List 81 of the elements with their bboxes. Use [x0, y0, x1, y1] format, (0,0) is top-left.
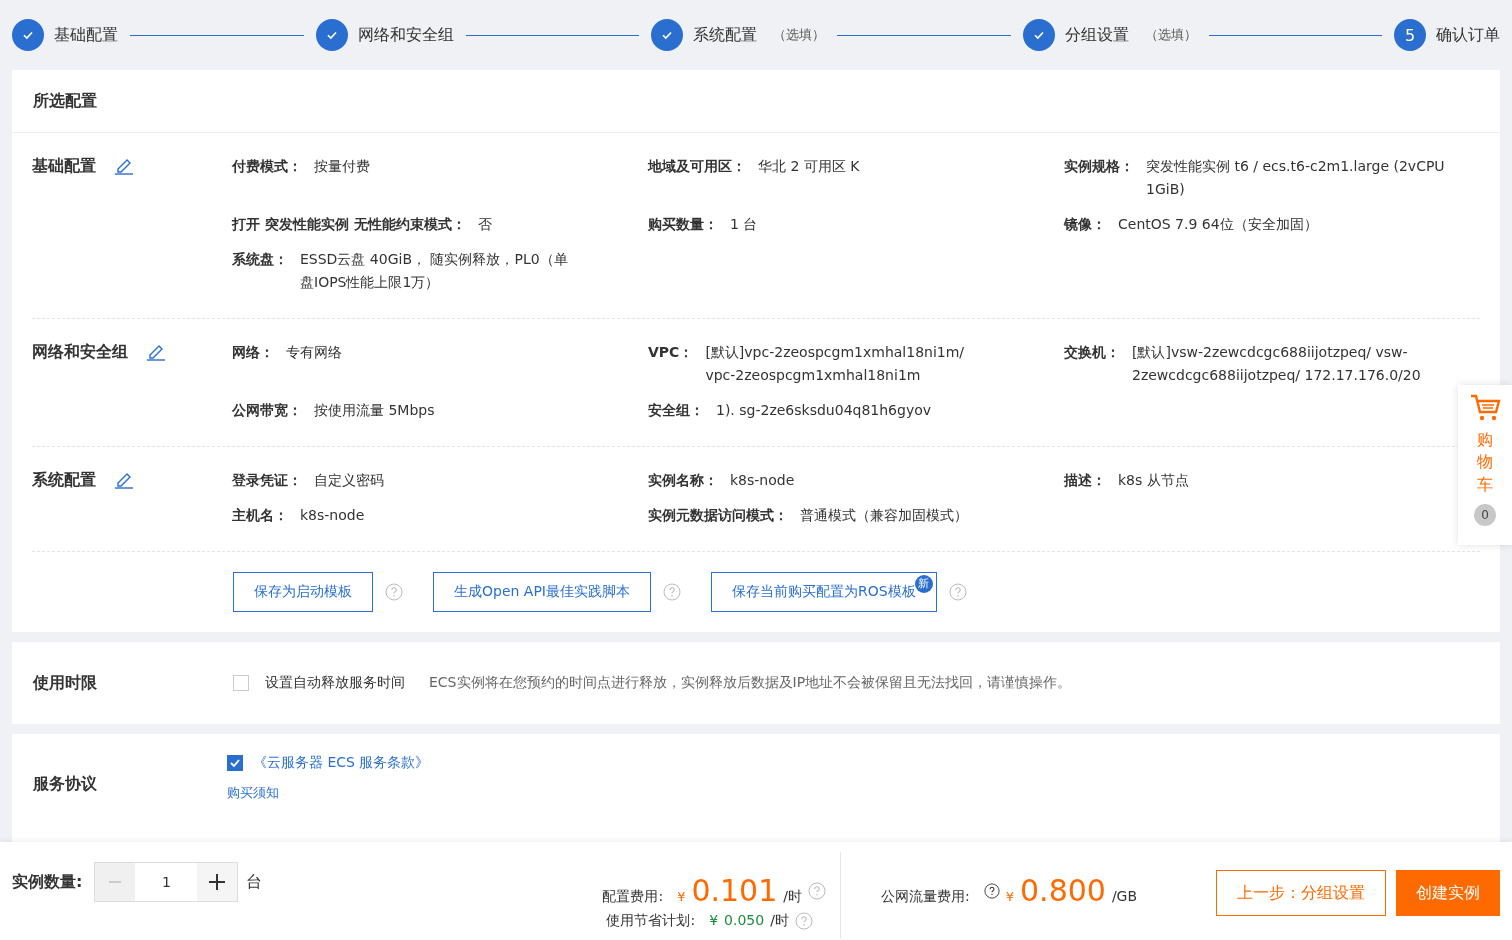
field-value: 按使用流量 5Mbps	[314, 401, 435, 420]
field-label: 实例元数据访问模式：	[648, 506, 788, 525]
field-label: 安全组：	[648, 401, 704, 420]
cart-icon	[1469, 393, 1501, 423]
section-title: 使用时限	[33, 672, 98, 694]
checkbox[interactable]	[227, 755, 243, 771]
decrement-button[interactable]	[95, 863, 136, 901]
cart-panel[interactable]: 购物车 0	[1458, 385, 1512, 545]
savings-fee: 0.050	[724, 912, 765, 928]
fee-unit: /时	[783, 888, 802, 906]
field-value: [默认]vpc-2zeospcgm1xmhal18ni1m/ vpc-2zeospcgm1xmhal18ni1m	[705, 343, 966, 385]
card-title: 所选配置	[33, 90, 97, 112]
fee-label: 公网流量费用:	[881, 888, 970, 906]
fee-label: 使用节省计划:	[606, 912, 696, 930]
field-value: 自定义密码	[314, 471, 384, 490]
step-label: 网络和安全组	[357, 24, 454, 46]
field-value: [默认]vsw-2zewcdcgc688iijotzpeq/ vsw-2zewcdcgc688iijotzpeq/ 172.17.176.0/20	[1132, 343, 1422, 385]
field-value: 按量付费	[314, 157, 370, 176]
quantity-label: 实例数量:	[12, 871, 83, 893]
step-optional: （选填）	[773, 26, 825, 44]
step-label: 系统配置	[693, 24, 757, 46]
fee-label: 配置费用:	[602, 888, 664, 906]
field-value: CentOS 7.9 64位（安全加固）	[1118, 215, 1318, 234]
field-label: 实例名称：	[648, 471, 718, 490]
template-button[interactable]: 生成Open API最佳实践脚本	[433, 572, 651, 612]
field-label: VPC：	[648, 343, 694, 362]
fee-unit: /时	[770, 912, 789, 930]
field-label: 购买数量：	[648, 215, 718, 234]
template-button[interactable]: 保存为启动模板	[233, 572, 373, 612]
field-label: 网络：	[232, 343, 274, 362]
field-label: 系统盘：	[232, 250, 288, 269]
field-label: 登录凭证：	[232, 471, 302, 490]
previous-step-button[interactable]: 上一步：分组设置	[1216, 870, 1386, 916]
currency-sign: ¥	[1005, 889, 1014, 904]
field-value: 1). sg-2ze6sksdu04q81h6gyov	[716, 401, 932, 420]
quantity-unit: 台	[246, 871, 263, 893]
step-label: 分组设置	[1064, 24, 1129, 46]
checkbox-label: 设置自动释放服务时间	[265, 674, 405, 692]
help-icon[interactable]	[983, 883, 1000, 899]
step-label: 确认订单	[1436, 24, 1500, 46]
step-label: 基础配置	[54, 24, 118, 46]
step-optional: （选填）	[1144, 26, 1197, 44]
field-label: 实例规格：	[1064, 157, 1134, 176]
plus-icon	[208, 873, 227, 891]
release-note: ECS实例将在您预约的时间点进行释放，实例释放后数据及IP地址不会被保留且无法找回，请谨慎操作。	[429, 674, 1072, 692]
field-value: 普通模式（兼容加固模式）	[800, 506, 968, 525]
field-label: 主机名：	[232, 506, 288, 525]
field-value: 专有网络	[286, 343, 342, 362]
new-badge: 新	[914, 575, 933, 593]
currency-sign: ¥	[709, 912, 719, 928]
quantity-stepper[interactable]: 1	[94, 862, 239, 902]
field-label: 地域及可用区：	[648, 157, 746, 176]
field-value: ESSD云盘 40GiB， 随实例释放，PL0（单盘IOPS性能上限1万）	[300, 250, 569, 292]
traffic-fee: 0.800	[1020, 874, 1106, 908]
field-value: k8s-node	[730, 471, 795, 490]
field-value: 1 台	[730, 215, 758, 234]
cart-count: 0	[1474, 504, 1496, 527]
field-value: k8s 从节点	[1118, 471, 1189, 490]
field-value: 突发性能实例 t6 / ecs.t6-c2m1.large (2vCPU 1GiB)	[1146, 157, 1446, 199]
notice-link[interactable]: 购买须知	[227, 784, 430, 802]
field-value: k8s-node	[300, 506, 365, 525]
field-label: 付费模式：	[232, 157, 302, 176]
increment-button[interactable]	[197, 863, 238, 901]
currency-sign: ¥	[677, 889, 686, 904]
step-number: 5	[1394, 19, 1426, 51]
field-value: 否	[477, 215, 492, 234]
group-title: 系统配置	[32, 469, 96, 491]
group-title: 网络和安全组	[32, 341, 128, 363]
field-label: 镜像：	[1064, 215, 1106, 234]
config-fee: 0.101	[691, 874, 778, 908]
section-title: 服务协议	[33, 774, 97, 795]
field-value: 华北 2 可用区 K	[758, 157, 860, 176]
cart-label: 购物车	[1477, 429, 1493, 496]
field-label: 描述：	[1064, 471, 1106, 490]
fee-unit: /GB	[1111, 888, 1138, 904]
field-label: 打开 突发性能实例 无性能约束模式：	[232, 215, 466, 234]
terms-link[interactable]: 《云服务器 ECS 服务条款》	[253, 754, 430, 772]
group-title: 基础配置	[32, 155, 96, 177]
field-label: 交换机：	[1064, 343, 1120, 362]
create-instance-button[interactable]: 创建实例	[1396, 870, 1500, 916]
field-label: 公网带宽：	[232, 401, 302, 420]
